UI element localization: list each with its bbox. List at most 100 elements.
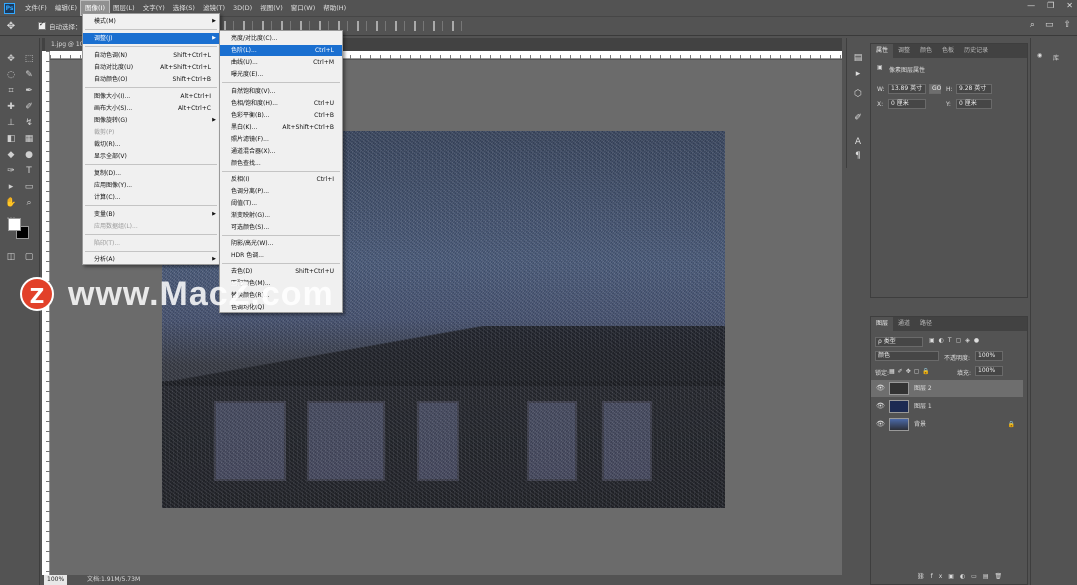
restore-icon[interactable]: ❐: [1047, 1, 1054, 10]
tab-channels[interactable]: 通道: [893, 317, 915, 331]
menu-3d[interactable]: 3D(D): [229, 1, 256, 15]
menu-item-invert[interactable]: 反相(I) Ctrl+I: [220, 174, 342, 185]
tab-paths[interactable]: 路径: [915, 317, 937, 331]
search-icon[interactable]: ⌕: [1030, 20, 1035, 30]
share-icon[interactable]: ⇧: [1063, 20, 1071, 30]
tab-properties[interactable]: 属性: [871, 44, 894, 58]
menu-item-auto-contrast[interactable]: 自动对比度(U) Alt+Shift+Ctrl+L: [83, 62, 219, 73]
history-brush-icon[interactable]: ↯: [21, 116, 37, 130]
libraries-icon[interactable]: ◉: [1037, 52, 1042, 59]
layer-row[interactable]: 👁 图层 2: [871, 380, 1023, 397]
paragraph-icon[interactable]: ¶: [852, 150, 864, 162]
menu-item-hdr-toning[interactable]: HDR 色调...: [220, 250, 342, 261]
height-field[interactable]: 9.28 英寸: [956, 84, 992, 94]
menu-file[interactable]: 文件(F): [21, 1, 51, 15]
eyedropper-icon[interactable]: ✒: [21, 84, 37, 98]
character-icon[interactable]: A: [852, 136, 864, 148]
type-icon[interactable]: T: [21, 164, 37, 178]
tab-color[interactable]: 颜色: [915, 44, 937, 58]
menu-item-reveal-all[interactable]: 显示全部(V): [83, 151, 219, 162]
menu-item-image-size[interactable]: 图像大小(I)... Alt+Ctrl+I: [83, 91, 219, 102]
fill-field[interactable]: 100%: [975, 366, 1003, 376]
menu-window[interactable]: 窗口(W): [287, 1, 320, 15]
visibility-eye-icon[interactable]: 👁: [876, 416, 885, 433]
distribute-5-icon[interactable]: [414, 21, 424, 31]
move-tool-icon[interactable]: ✥: [0, 21, 22, 32]
rectangle-icon[interactable]: ▭: [21, 180, 37, 194]
marquee-icon[interactable]: ⬚: [21, 52, 37, 66]
screen-mode-icon[interactable]: ▢: [21, 250, 37, 264]
pen-icon[interactable]: ✑: [3, 164, 19, 178]
menu-item-selective-color[interactable]: 可选颜色(S)...: [220, 222, 342, 233]
menu-item-image-rotation[interactable]: 图像旋转(G) ▶: [83, 115, 219, 126]
history-icon[interactable]: ▤: [852, 52, 864, 64]
menu-item-exposure[interactable]: 曝光度(E)...: [220, 69, 342, 80]
menu-help[interactable]: 帮助(H): [319, 1, 350, 15]
menu-item-auto-color[interactable]: 自动颜色(O) Shift+Ctrl+B: [83, 74, 219, 85]
dodge-icon[interactable]: ●: [21, 148, 37, 162]
visibility-eye-icon[interactable]: 👁: [876, 380, 885, 397]
lock-icons[interactable]: ▦✐✥▢🔒: [889, 368, 933, 375]
close-icon[interactable]: ✕: [1066, 1, 1073, 10]
stamp-icon[interactable]: ⊥: [3, 116, 19, 130]
distribute-2-icon[interactable]: [357, 21, 367, 31]
minimize-icon[interactable]: —: [1027, 1, 1035, 10]
eraser-icon[interactable]: ◧: [3, 132, 19, 146]
quick-mask-icon[interactable]: ◫: [3, 250, 19, 264]
menu-item-posterize[interactable]: 色调分离(P)...: [220, 186, 342, 197]
menu-item-color-balance[interactable]: 色彩平衡(B)... Ctrl+B: [220, 110, 342, 121]
path-select-icon[interactable]: ▸: [3, 180, 19, 194]
menu-item-black-white[interactable]: 黑白(K)... Alt+Shift+Ctrl+B: [220, 122, 342, 133]
menu-item-adjustments[interactable]: 调整(J) ▶: [83, 33, 219, 44]
menu-item-hue-saturation[interactable]: 色相/饱和度(H)... Ctrl+U: [220, 98, 342, 109]
menu-item-shadows-highlights[interactable]: 阴影/高光(W)...: [220, 238, 342, 249]
link-dimensions-button[interactable]: GO: [929, 84, 941, 94]
actions-icon[interactable]: ▸: [852, 68, 864, 80]
menu-item-duplicate[interactable]: 复制(D)...: [83, 168, 219, 179]
foreground-color-swatch[interactable]: [8, 218, 21, 231]
blur-icon[interactable]: ◆: [3, 148, 19, 162]
menu-item-gradient-map[interactable]: 渐变映射(G)...: [220, 210, 342, 221]
opacity-field[interactable]: 100%: [975, 351, 1003, 361]
visibility-eye-icon[interactable]: 👁: [876, 398, 885, 415]
menu-item-calculations[interactable]: 计算(C)...: [83, 192, 219, 203]
menu-item-levels[interactable]: 色阶(L)... Ctrl+L: [220, 45, 342, 56]
tab-layers[interactable]: 图层: [871, 317, 894, 331]
menu-edit[interactable]: 编辑(E): [51, 1, 81, 15]
menu-item-apply-image[interactable]: 应用图像(Y)...: [83, 180, 219, 191]
distribute-7-icon[interactable]: [452, 21, 462, 31]
lasso-icon[interactable]: ◌: [3, 68, 19, 82]
hand-icon[interactable]: ✋: [3, 196, 19, 210]
layer-kind-filter[interactable]: ρ 类型: [875, 337, 923, 347]
menu-item-auto-tone[interactable]: 自动色调(N) Shift+Ctrl+L: [83, 50, 219, 61]
menu-item-brightness-contrast[interactable]: 亮度/对比度(C)...: [220, 33, 342, 44]
menu-item-channel-mixer[interactable]: 通道混合器(X)...: [220, 146, 342, 157]
x-field[interactable]: 0 厘米: [888, 99, 926, 109]
menu-item-canvas-size[interactable]: 画布大小(S)... Alt+Ctrl+C: [83, 103, 219, 114]
distribute-4-icon[interactable]: [395, 21, 405, 31]
layer-footer-icons[interactable]: ⛓fx▣◐▭▤🗑: [917, 573, 1008, 580]
crop-icon[interactable]: ⌗: [3, 84, 19, 98]
menu-item-threshold[interactable]: 阈值(T)...: [220, 198, 342, 209]
zoom-level[interactable]: 100%: [44, 575, 68, 585]
3d-icon[interactable]: ⬡: [852, 88, 864, 100]
workspace-icon[interactable]: ▭: [1045, 20, 1054, 30]
menu-item-analysis[interactable]: 分析(A) ▶: [83, 254, 219, 265]
menu-item-vibrance[interactable]: 自然饱和度(V)...: [220, 86, 342, 97]
tab-history[interactable]: 历史记录: [959, 44, 993, 58]
tab-adjustments[interactable]: 调整: [893, 44, 915, 58]
gradient-icon[interactable]: ▦: [21, 132, 37, 146]
auto-select-checkbox[interactable]: [38, 20, 46, 30]
zoom-icon[interactable]: ⌕: [21, 196, 37, 210]
menu-item-variables[interactable]: 变量(B) ▶: [83, 209, 219, 220]
y-field[interactable]: 0 厘米: [956, 99, 992, 109]
quick-select-icon[interactable]: ✎: [21, 68, 37, 82]
layer-row[interactable]: 👁 图层 1: [871, 398, 1023, 415]
tab-swatches[interactable]: 色板: [937, 44, 959, 58]
menu-view[interactable]: 视图(V): [256, 1, 287, 15]
width-field[interactable]: 13.89 英寸: [888, 84, 926, 94]
menu-item-color-lookup[interactable]: 颜色查找...: [220, 158, 342, 169]
filter-icons[interactable]: ▣◐T▢◈●: [929, 337, 983, 344]
menu-item-curves[interactable]: 曲线(U)... Ctrl+M: [220, 57, 342, 68]
healing-icon[interactable]: ✚: [3, 100, 19, 114]
